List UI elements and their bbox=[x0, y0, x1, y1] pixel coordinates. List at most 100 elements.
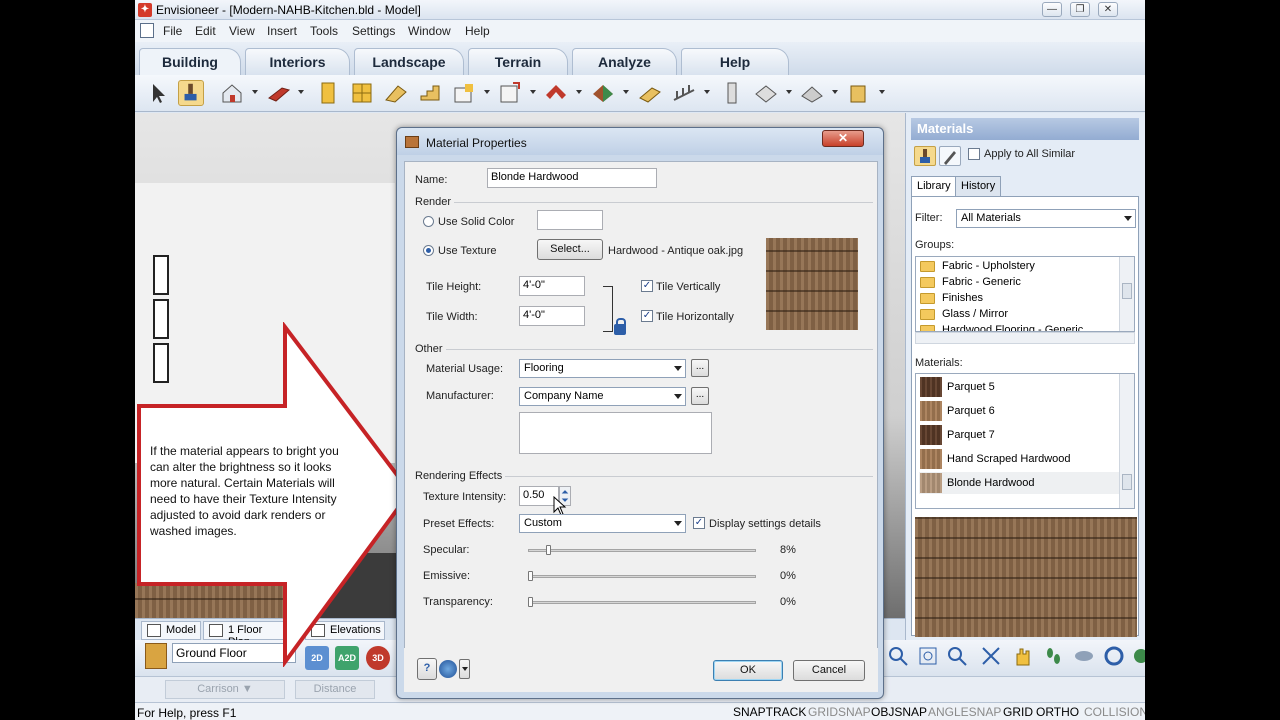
list-item[interactable]: Parquet 7 bbox=[919, 424, 1119, 446]
trim-icon[interactable] bbox=[846, 80, 872, 106]
globe-icon[interactable] bbox=[439, 660, 457, 678]
grid-toggle[interactable]: GRID bbox=[1003, 705, 1033, 719]
door-icon[interactable] bbox=[315, 80, 341, 106]
dialog-close-button[interactable]: ✕ bbox=[822, 130, 864, 147]
deck-icon[interactable] bbox=[799, 80, 825, 106]
list-item[interactable]: Glass / Mirror bbox=[920, 307, 1008, 323]
wall-dropdown-arrow[interactable] bbox=[298, 90, 304, 94]
zoom-icon[interactable] bbox=[946, 645, 968, 667]
minimize-button[interactable]: — bbox=[1042, 2, 1062, 17]
eyedropper-button[interactable] bbox=[939, 146, 961, 166]
scroll-thumb[interactable] bbox=[1122, 474, 1132, 490]
document-icon[interactable] bbox=[140, 23, 154, 38]
list-item[interactable]: Blonde Hardwood bbox=[919, 472, 1119, 494]
zoom-window-icon[interactable] bbox=[887, 645, 909, 667]
objsnap-toggle[interactable]: OBJSNAP bbox=[871, 705, 927, 719]
ceiling-icon[interactable] bbox=[753, 80, 779, 106]
solid-color-swatch[interactable] bbox=[537, 210, 603, 230]
tab-analyze[interactable]: Analyze bbox=[572, 48, 677, 75]
menu-help[interactable]: Help bbox=[465, 24, 490, 38]
slider-thumb[interactable] bbox=[528, 571, 533, 581]
menu-settings[interactable]: Settings bbox=[352, 24, 395, 38]
railing-icon[interactable] bbox=[671, 80, 697, 106]
orbit-icon[interactable] bbox=[1073, 645, 1095, 667]
web-dropdown-button[interactable] bbox=[459, 659, 470, 679]
roof-tool-dropdown-arrow[interactable] bbox=[623, 90, 629, 94]
material-painter-tool[interactable] bbox=[178, 80, 204, 106]
direction-field[interactable]: Carrison ▼ bbox=[165, 680, 285, 699]
snaptrack-toggle[interactable]: SNAPTRACK bbox=[733, 705, 806, 719]
slider-thumb[interactable] bbox=[528, 597, 533, 607]
tab-interiors[interactable]: Interiors bbox=[245, 48, 350, 75]
restore-button[interactable]: ❐ bbox=[1070, 2, 1090, 17]
roof-icon[interactable] bbox=[383, 80, 409, 106]
list-item[interactable]: Fabric - Upholstery bbox=[920, 259, 1035, 275]
deck-dropdown-arrow[interactable] bbox=[832, 90, 838, 94]
anglesnap-toggle[interactable]: ANGLESNAP bbox=[928, 705, 1001, 719]
use-texture-radio[interactable] bbox=[423, 245, 434, 256]
trim-dropdown-arrow[interactable] bbox=[879, 90, 885, 94]
gridsnap-toggle[interactable]: GRIDSNAP bbox=[808, 705, 871, 719]
list-item[interactable]: Parquet 5 bbox=[919, 376, 1119, 398]
slider-track[interactable] bbox=[528, 601, 756, 604]
zoom-extents-icon[interactable] bbox=[917, 645, 939, 667]
floor-slab-icon[interactable] bbox=[637, 80, 663, 106]
solid-color-radio[interactable] bbox=[423, 216, 434, 227]
window-icon[interactable] bbox=[349, 80, 375, 106]
cabinet-icon[interactable] bbox=[451, 80, 477, 106]
tile-vertically-checkbox[interactable]: ✓ bbox=[641, 280, 653, 292]
list-item[interactable]: Parquet 6 bbox=[919, 400, 1119, 422]
tab-help[interactable]: Help bbox=[681, 48, 789, 75]
select-texture-button[interactable]: Select... bbox=[537, 239, 603, 260]
ortho-toggle[interactable]: ORTHO bbox=[1036, 705, 1079, 719]
render-icon[interactable] bbox=[1103, 645, 1125, 667]
framing-icon[interactable] bbox=[497, 80, 523, 106]
tab-history[interactable]: History bbox=[955, 176, 1002, 196]
roof-red-icon[interactable] bbox=[543, 80, 569, 106]
menu-file[interactable]: File bbox=[163, 24, 182, 38]
preset-effects-select[interactable]: Custom bbox=[519, 514, 686, 533]
materials-list[interactable]: Parquet 5 Parquet 6 Parquet 7 Hand Scrap… bbox=[915, 373, 1135, 509]
material-usage-select[interactable]: Flooring bbox=[519, 359, 686, 378]
tile-height-input[interactable]: 4'-0" bbox=[519, 276, 585, 296]
menu-edit[interactable]: Edit bbox=[195, 24, 216, 38]
slider-track[interactable] bbox=[528, 549, 756, 552]
menu-view[interactable]: View bbox=[229, 24, 255, 38]
wall-icon[interactable] bbox=[266, 80, 292, 106]
lock-icon[interactable] bbox=[614, 318, 626, 335]
collision-toggle[interactable]: COLLISION bbox=[1084, 705, 1145, 719]
groups-horizontal-scrollbar[interactable] bbox=[915, 332, 1135, 344]
tab-building[interactable]: Building bbox=[139, 48, 241, 75]
cabinet-dropdown-arrow[interactable] bbox=[484, 90, 490, 94]
roof-dropdown-arrow[interactable] bbox=[576, 90, 582, 94]
tile-horizontally-checkbox[interactable]: ✓ bbox=[641, 310, 653, 322]
apply-all-similar-checkbox[interactable] bbox=[968, 148, 980, 160]
tab-terrain[interactable]: Terrain bbox=[468, 48, 568, 75]
railing-dropdown-arrow[interactable] bbox=[704, 90, 710, 94]
ceiling-dropdown-arrow[interactable] bbox=[786, 90, 792, 94]
scroll-thumb[interactable] bbox=[1122, 283, 1132, 299]
pan-hand-icon[interactable] bbox=[1011, 645, 1033, 667]
list-item[interactable]: Hardwood Flooring - Generic bbox=[920, 323, 1083, 331]
framing-dropdown-arrow[interactable] bbox=[530, 90, 536, 94]
menu-insert[interactable]: Insert bbox=[267, 24, 297, 38]
cancel-button[interactable]: Cancel bbox=[793, 660, 865, 681]
list-item[interactable]: Hand Scraped Hardwood bbox=[919, 448, 1119, 470]
groups-list[interactable]: Fabric - Upholstery Fabric - Generic Fin… bbox=[915, 256, 1135, 332]
materials-scrollbar[interactable] bbox=[1119, 374, 1134, 508]
filter-select[interactable]: All Materials bbox=[956, 209, 1136, 228]
column-icon[interactable] bbox=[719, 80, 745, 106]
material-usage-more-button[interactable]: ... bbox=[691, 359, 709, 377]
paint-material-button[interactable] bbox=[914, 146, 936, 166]
close-window-button[interactable]: ✕ bbox=[1098, 2, 1118, 17]
stairs-icon[interactable] bbox=[417, 80, 443, 106]
walk-footsteps-icon[interactable] bbox=[1042, 645, 1064, 667]
tab-landscape[interactable]: Landscape bbox=[354, 48, 464, 75]
groups-scrollbar[interactable] bbox=[1119, 257, 1134, 331]
ok-button[interactable]: OK bbox=[713, 660, 783, 681]
distance-field[interactable]: Distance bbox=[295, 680, 375, 699]
list-item[interactable]: Fabric - Generic bbox=[920, 275, 1021, 291]
manufacturer-select[interactable]: Company Name bbox=[519, 387, 686, 406]
select-pointer-icon[interactable] bbox=[145, 80, 171, 106]
tile-width-input[interactable]: 4'-0" bbox=[519, 306, 585, 326]
